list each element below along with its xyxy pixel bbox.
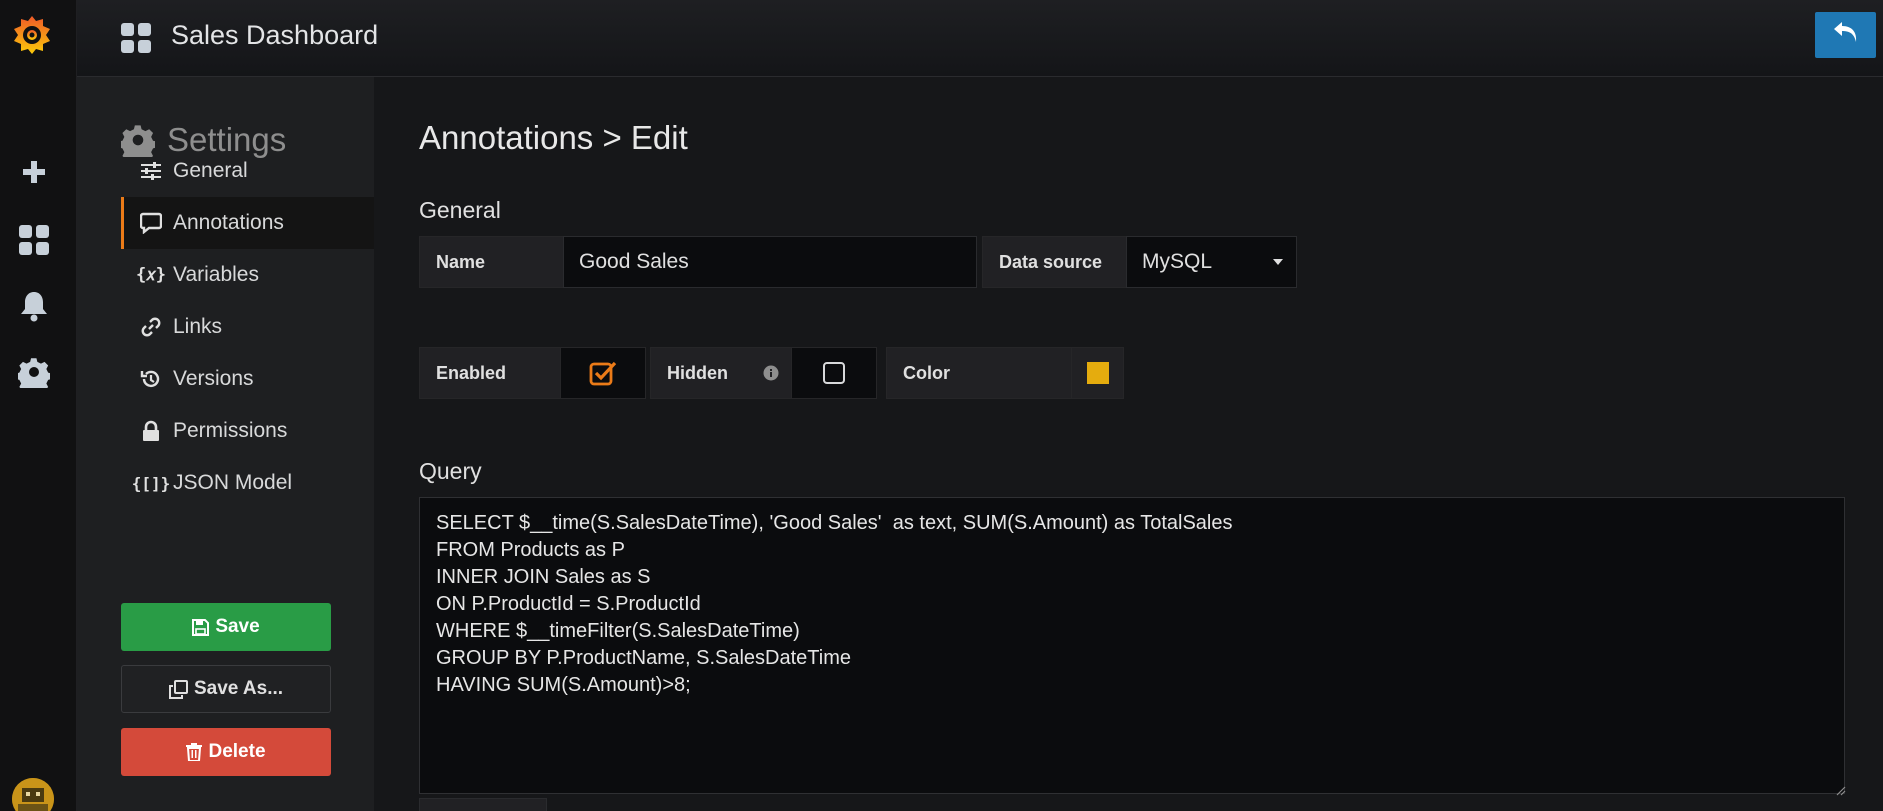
nav-item-links[interactable]: Links xyxy=(121,301,374,353)
save-as-button[interactable]: Save As... xyxy=(121,665,331,713)
nav-item-versions[interactable]: Versions xyxy=(121,353,374,405)
nav-item-label: General xyxy=(173,159,248,182)
query-action-button[interactable] xyxy=(419,798,547,811)
page-title: Annotations > Edit xyxy=(419,119,688,156)
nav-item-label: JSON Model xyxy=(173,471,293,494)
data-source-select[interactable]: MySQL xyxy=(1126,236,1297,288)
data-source-value: MySQL xyxy=(1142,250,1213,273)
dashboard-grid-icon xyxy=(120,22,152,54)
nav-item-general[interactable]: General xyxy=(121,145,374,197)
resize-grip-icon[interactable] xyxy=(1836,783,1846,796)
dashboard-title[interactable]: Sales Dashboard xyxy=(171,20,378,51)
nav-item-label: Annotations xyxy=(173,211,284,234)
enabled-label: Enabled xyxy=(419,347,561,399)
annotation-editor: Annotations > Edit General Name Good Sal… xyxy=(374,77,1883,811)
enabled-checkbox[interactable] xyxy=(560,347,646,399)
color-label: Color xyxy=(886,347,1072,399)
save-button[interactable]: Save xyxy=(121,603,331,651)
nav-item-annotations[interactable]: Annotations xyxy=(121,197,374,249)
settings-sidebar: Settings General Annotations {𝑥} Variabl… xyxy=(77,77,374,811)
save-icon xyxy=(192,618,210,636)
color-swatch xyxy=(1086,362,1109,384)
query-editor[interactable]: SELECT $__time(S.SalesDateTime), 'Good S… xyxy=(419,497,1845,794)
delete-label: Delete xyxy=(208,741,266,762)
gear-icon[interactable] xyxy=(16,354,52,390)
user-avatar[interactable] xyxy=(12,778,54,811)
trash-icon xyxy=(186,743,203,761)
checkbox-checked-icon xyxy=(589,360,617,386)
nav-item-json-model[interactable]: {[]} JSON Model xyxy=(121,457,374,509)
reply-arrow-icon xyxy=(1832,20,1860,51)
sliders-icon xyxy=(139,159,163,183)
hidden-label-cell: Hidden xyxy=(650,347,792,399)
hidden-checkbox[interactable] xyxy=(791,347,877,399)
checkbox-unchecked-icon xyxy=(822,361,846,385)
info-icon[interactable] xyxy=(763,365,779,381)
link-icon xyxy=(139,315,163,339)
name-label: Name xyxy=(419,236,564,288)
delete-button[interactable]: Delete xyxy=(121,728,331,776)
plus-icon[interactable] xyxy=(16,154,52,190)
grafana-logo-icon[interactable] xyxy=(10,12,60,62)
dashboards-icon[interactable] xyxy=(16,222,52,258)
lock-icon xyxy=(139,419,163,443)
nav-item-label: Variables xyxy=(173,263,259,286)
nav-item-permissions[interactable]: Permissions xyxy=(121,405,374,457)
color-picker[interactable] xyxy=(1071,347,1124,399)
caret-down-icon xyxy=(1272,258,1284,266)
history-icon xyxy=(139,367,163,391)
nav-item-variables[interactable]: {𝑥} Variables xyxy=(121,249,374,301)
hidden-label: Hidden xyxy=(667,362,728,383)
top-navbar: Sales Dashboard xyxy=(77,0,1883,77)
side-menu xyxy=(0,0,77,811)
bell-icon[interactable] xyxy=(16,288,52,324)
nav-item-label: Links xyxy=(173,315,223,338)
save-as-label: Save As... xyxy=(193,678,284,699)
save-label: Save xyxy=(215,616,260,637)
query-section-heading: Query xyxy=(419,458,482,484)
nav-item-label: Permissions xyxy=(173,419,288,442)
variable-icon: {𝑥} xyxy=(136,265,166,285)
copy-icon xyxy=(168,679,188,699)
json-icon: {[]} xyxy=(131,473,171,493)
back-to-dashboard-button[interactable] xyxy=(1815,12,1876,58)
nav-item-label: Versions xyxy=(173,367,254,390)
comment-icon xyxy=(139,211,163,235)
name-input[interactable]: Good Sales xyxy=(563,236,977,288)
general-section-heading: General xyxy=(419,197,501,223)
data-source-label: Data source xyxy=(982,236,1127,288)
